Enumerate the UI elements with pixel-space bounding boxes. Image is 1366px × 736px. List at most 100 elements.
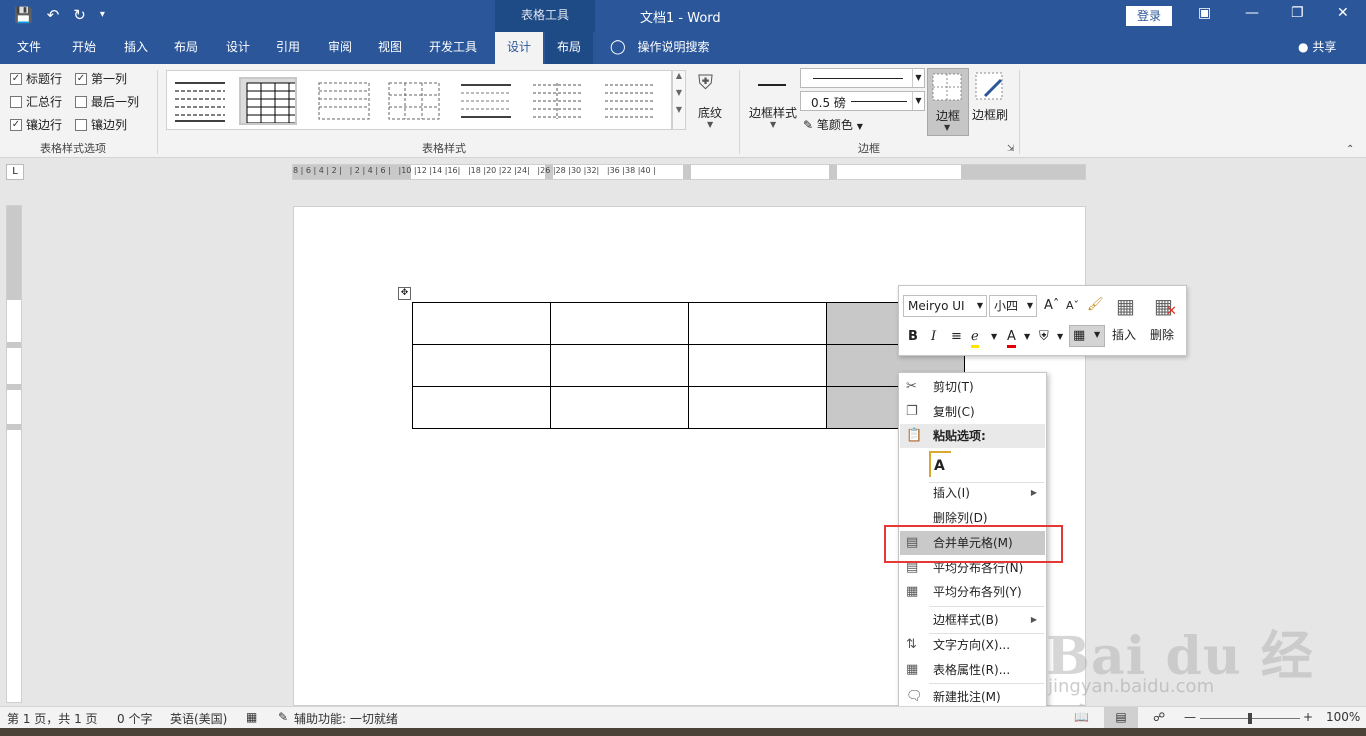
italic-icon[interactable]: I <box>931 329 936 345</box>
tab-design[interactable]: 设计 <box>216 32 260 64</box>
share-button[interactable]: ● 共享 <box>1298 32 1336 64</box>
ruler-row-marker[interactable] <box>7 342 21 348</box>
borders-mini-button[interactable]: ▦ ▼ <box>1069 325 1105 347</box>
shading-icon[interactable]: ⛨ <box>1039 329 1049 345</box>
menu-item-text-direction[interactable]: ⇅ 文字方向(X)... <box>900 633 1045 657</box>
checkbox-total-row[interactable]: 汇总行 <box>10 93 62 110</box>
tab-references[interactable]: 引用 <box>266 32 310 64</box>
customize-qat-icon[interactable]: ▾ <box>100 6 105 24</box>
dropdown-arrow-icon[interactable]: ▼ <box>1057 329 1063 345</box>
table-move-handle-icon[interactable]: ✥ <box>398 287 411 300</box>
table-style-plain-3[interactable] <box>601 77 659 125</box>
table-cell[interactable] <box>412 302 551 345</box>
border-styles-button[interactable]: 边框样式 ▼ <box>746 68 798 138</box>
tab-selector-icon[interactable]: L <box>6 164 24 180</box>
table-style-light-grid[interactable] <box>315 77 373 125</box>
minimize-icon[interactable]: — <box>1245 5 1259 21</box>
tab-table-layout[interactable]: 布局 <box>545 32 593 64</box>
table-cell[interactable] <box>412 386 551 429</box>
document-table[interactable] <box>412 302 965 429</box>
checkbox-first-column[interactable]: ✓ 第一列 <box>75 70 127 87</box>
tab-table-design[interactable]: 设计 <box>495 32 543 64</box>
table-cell[interactable] <box>688 386 827 429</box>
menu-item-insert[interactable]: 插入(I) ▶ <box>900 481 1045 505</box>
menu-item-copy[interactable]: ❐ 复制(C) <box>900 400 1045 424</box>
line-style-combo[interactable]: ▼ <box>800 68 925 88</box>
menu-item-cut[interactable]: ✂ 剪切(T) <box>900 375 1045 399</box>
border-painter-button[interactable]: 边框刷 <box>971 68 1011 138</box>
checkbox-header-row-box[interactable]: ✓ <box>10 72 22 85</box>
font-name-combo[interactable]: Meiryo UI ▼ <box>903 295 987 317</box>
print-layout-icon[interactable]: ▤ <box>1104 707 1138 728</box>
menu-item-border-styles[interactable]: 边框样式(B) ▶ <box>900 608 1045 632</box>
center-align-icon[interactable]: ≡ <box>951 329 962 345</box>
tab-insert[interactable]: 插入 <box>114 32 158 64</box>
menu-item-distribute-columns[interactable]: ▦ 平均分布各列(Y) <box>900 580 1045 604</box>
page-count[interactable]: 第 1 页，共 1 页 <box>7 710 98 727</box>
table-cell[interactable] <box>550 302 689 345</box>
dropdown-arrow-icon[interactable]: ▼ <box>1024 329 1030 345</box>
ribbon-display-icon[interactable]: ▣ <box>1198 5 1211 21</box>
table-cell[interactable] <box>688 344 827 387</box>
font-size-combo[interactable]: 小四 ▼ <box>989 295 1037 317</box>
checkbox-first-column-box[interactable]: ✓ <box>75 72 87 85</box>
zoom-slider[interactable] <box>1200 713 1300 724</box>
table-cell[interactable] <box>550 386 689 429</box>
table-style-grid[interactable] <box>239 77 297 125</box>
ruler-row-marker[interactable] <box>7 424 21 430</box>
gallery-scroll[interactable]: ▲ ▼ ▼ <box>672 70 686 130</box>
paste-keep-text-only-icon[interactable]: A <box>929 451 951 477</box>
checkbox-banded-rows[interactable]: ✓ 镶边行 <box>10 116 62 133</box>
tab-developer[interactable]: 开发工具 <box>420 32 486 64</box>
gallery-down-icon[interactable]: ▼ <box>673 88 685 97</box>
collapse-ribbon-icon[interactable]: ⌃ <box>1346 144 1354 155</box>
format-painter-icon[interactable]: 🖌 <box>1087 297 1104 313</box>
table-style-list[interactable] <box>385 77 443 125</box>
menu-item-table-properties[interactable]: ▦ 表格属性(R)... <box>900 658 1045 682</box>
table-style-plain[interactable] <box>171 77 229 125</box>
language-indicator[interactable]: 英语(美国) <box>170 710 227 727</box>
word-count[interactable]: 0 个字 <box>117 710 152 727</box>
line-weight-combo[interactable]: 0.5 磅 ▼ <box>800 91 925 111</box>
delete-button[interactable]: ▦ ✕ 删除 <box>1150 292 1184 352</box>
grow-font-icon[interactable]: Aˆ <box>1044 298 1059 314</box>
checkbox-header-row[interactable]: ✓ 标题行 <box>10 70 62 87</box>
insert-button[interactable]: ▦ 插入 <box>1112 292 1146 352</box>
font-color-icon[interactable]: A <box>1007 329 1016 348</box>
login-button[interactable]: 登录 <box>1126 6 1172 26</box>
gallery-more-icon[interactable]: ▼ <box>673 105 685 114</box>
vertical-ruler[interactable] <box>6 205 22 703</box>
dropdown-arrow-icon[interactable]: ▼ <box>991 329 997 345</box>
table-cell[interactable] <box>412 344 551 387</box>
tab-view[interactable]: 视图 <box>368 32 412 64</box>
checkbox-banded-columns-box[interactable] <box>75 118 87 131</box>
checkbox-banded-columns[interactable]: 镶边列 <box>75 116 127 133</box>
checkbox-last-column-box[interactable] <box>75 95 87 108</box>
zoom-in-icon[interactable]: + <box>1303 710 1313 724</box>
restore-icon[interactable]: ❐ <box>1291 5 1304 21</box>
save-icon[interactable]: 💾 <box>14 6 33 24</box>
close-icon[interactable]: ✕ <box>1337 5 1349 21</box>
checkbox-total-row-box[interactable] <box>10 95 22 108</box>
checkbox-last-column[interactable]: 最后一列 <box>75 93 139 110</box>
dialog-launcher-icon[interactable]: ⇲ <box>1007 144 1015 154</box>
table-style-light-shading[interactable] <box>457 77 515 125</box>
table-cell[interactable] <box>688 302 827 345</box>
highlight-icon[interactable]: ℯ <box>971 329 979 348</box>
bold-icon[interactable]: B <box>908 329 918 345</box>
pen-color-button[interactable]: ✎ 笔颜色 ▼ <box>803 116 863 134</box>
read-mode-icon[interactable]: 📖 <box>1074 710 1089 724</box>
zoom-slider-thumb[interactable] <box>1248 713 1252 724</box>
tab-layout[interactable]: 布局 <box>164 32 208 64</box>
gallery-up-icon[interactable]: ▲ <box>673 71 685 80</box>
zoom-out-icon[interactable]: — <box>1184 710 1196 724</box>
horizontal-ruler[interactable]: 8 | 6 | 4 | 2 | | 2 | 4 | 6 | |10 |12 |1… <box>292 164 1086 180</box>
accessibility-status[interactable]: 辅助功能: 一切就绪 <box>294 710 398 727</box>
undo-icon[interactable]: ↶ <box>47 6 60 24</box>
tab-review[interactable]: 审阅 <box>318 32 362 64</box>
checkbox-banded-rows-box[interactable]: ✓ <box>10 118 22 131</box>
borders-button[interactable]: 边框 ▼ <box>927 68 969 136</box>
ruler-row-marker[interactable] <box>7 384 21 390</box>
shrink-font-icon[interactable]: Aˇ <box>1066 298 1079 314</box>
table-style-plain-2[interactable] <box>529 77 587 125</box>
